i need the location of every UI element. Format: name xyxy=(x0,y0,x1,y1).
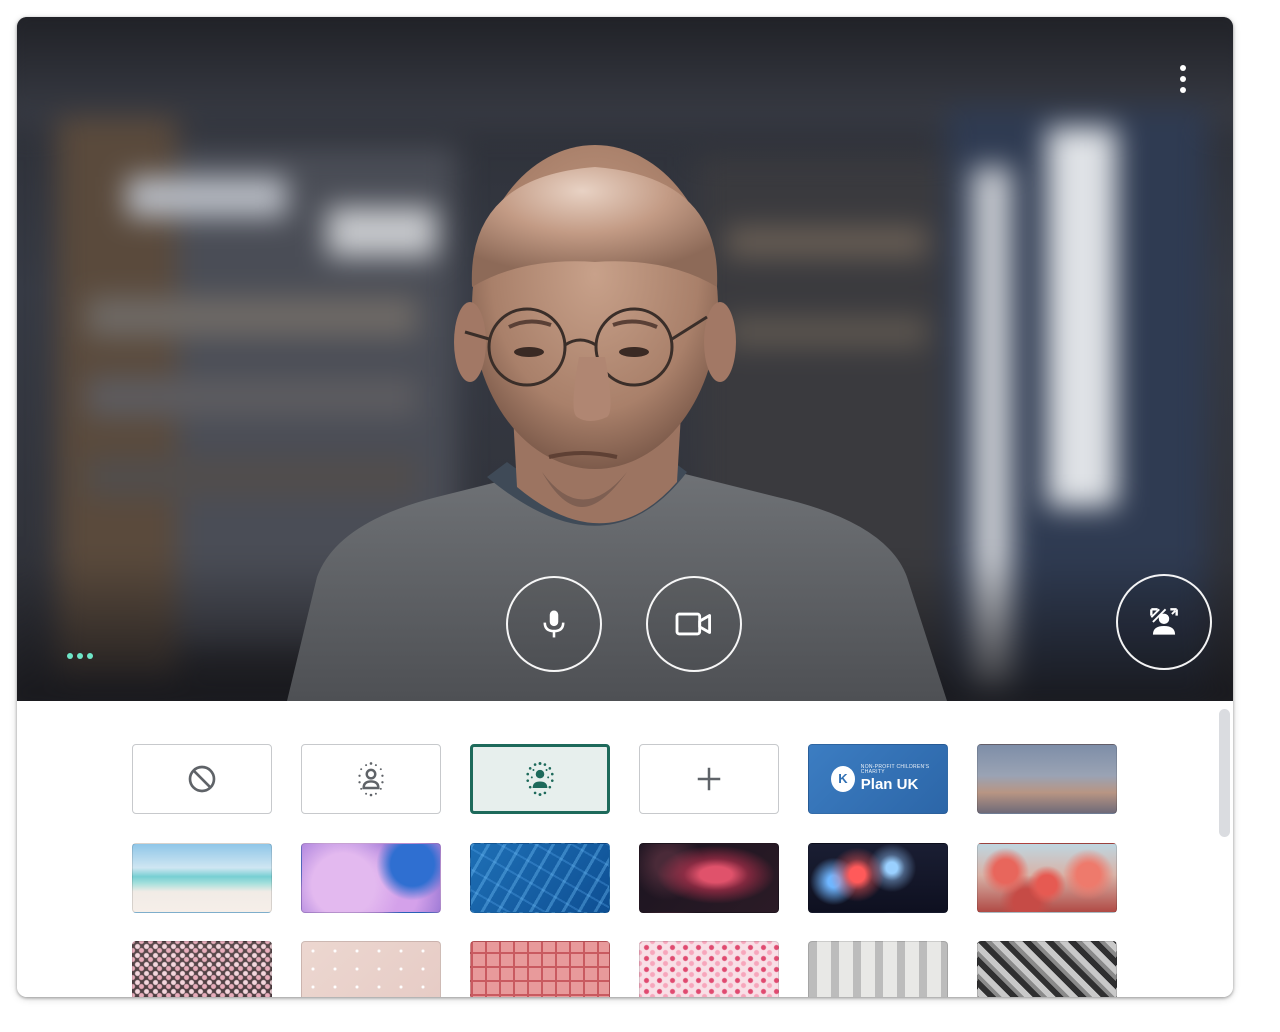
sunset-horizon-background[interactable] xyxy=(977,744,1117,814)
slight-blur-option[interactable] xyxy=(301,744,441,814)
plan-tagline: NON-PROFIT CHILDREN'S CHARITY xyxy=(860,764,930,775)
gallery-room-background[interactable] xyxy=(808,941,948,997)
no-effect-option[interactable] xyxy=(132,744,272,814)
pink-dots-background[interactable] xyxy=(301,941,441,997)
participant-person xyxy=(287,145,947,701)
bw-architecture-background[interactable] xyxy=(977,941,1117,997)
plus-icon xyxy=(697,767,721,791)
nebula-background[interactable] xyxy=(639,843,779,913)
pink-pattern-background[interactable] xyxy=(470,941,610,997)
self-view-preview xyxy=(17,17,1233,701)
blur-slight-icon xyxy=(358,762,384,797)
block-icon xyxy=(188,765,216,793)
microphone-icon xyxy=(543,610,565,638)
person-background-icon xyxy=(1150,608,1178,635)
plan-uk-background[interactable]: K NON-PROFIT CHILDREN'S CHARITY Plan UK xyxy=(808,744,948,814)
microphone-toggle-button[interactable] xyxy=(506,576,602,672)
plan-uk-logo: K NON-PROFIT CHILDREN'S CHARITY Plan UK xyxy=(831,765,947,792)
plan-name: Plan UK xyxy=(860,776,919,793)
audio-activity-indicator xyxy=(67,653,93,659)
blur-option-selected[interactable] xyxy=(470,744,610,814)
panel-scrollbar[interactable] xyxy=(1219,709,1230,837)
background-effects-dialog: K NON-PROFIT CHILDREN'S CHARITY Plan UK xyxy=(17,17,1233,997)
pink-blossoms-background[interactable] xyxy=(977,843,1117,913)
blur-icon xyxy=(526,761,554,797)
beach-background[interactable] xyxy=(132,843,272,913)
videocam-icon xyxy=(675,612,711,636)
add-background-option[interactable] xyxy=(639,744,779,814)
camera-toggle-button[interactable] xyxy=(646,576,742,672)
pool-water-background[interactable] xyxy=(470,843,610,913)
flowers-background[interactable] xyxy=(132,941,272,997)
petals-background[interactable] xyxy=(639,941,779,997)
background-effects-button[interactable] xyxy=(1116,574,1212,670)
fireworks-background[interactable] xyxy=(808,843,948,913)
more-options-button[interactable] xyxy=(1169,61,1197,97)
background-options-panel: K NON-PROFIT CHILDREN'S CHARITY Plan UK xyxy=(17,701,1233,997)
pastel-clouds-background[interactable] xyxy=(301,843,441,913)
plan-logo-circle: K xyxy=(831,765,855,792)
